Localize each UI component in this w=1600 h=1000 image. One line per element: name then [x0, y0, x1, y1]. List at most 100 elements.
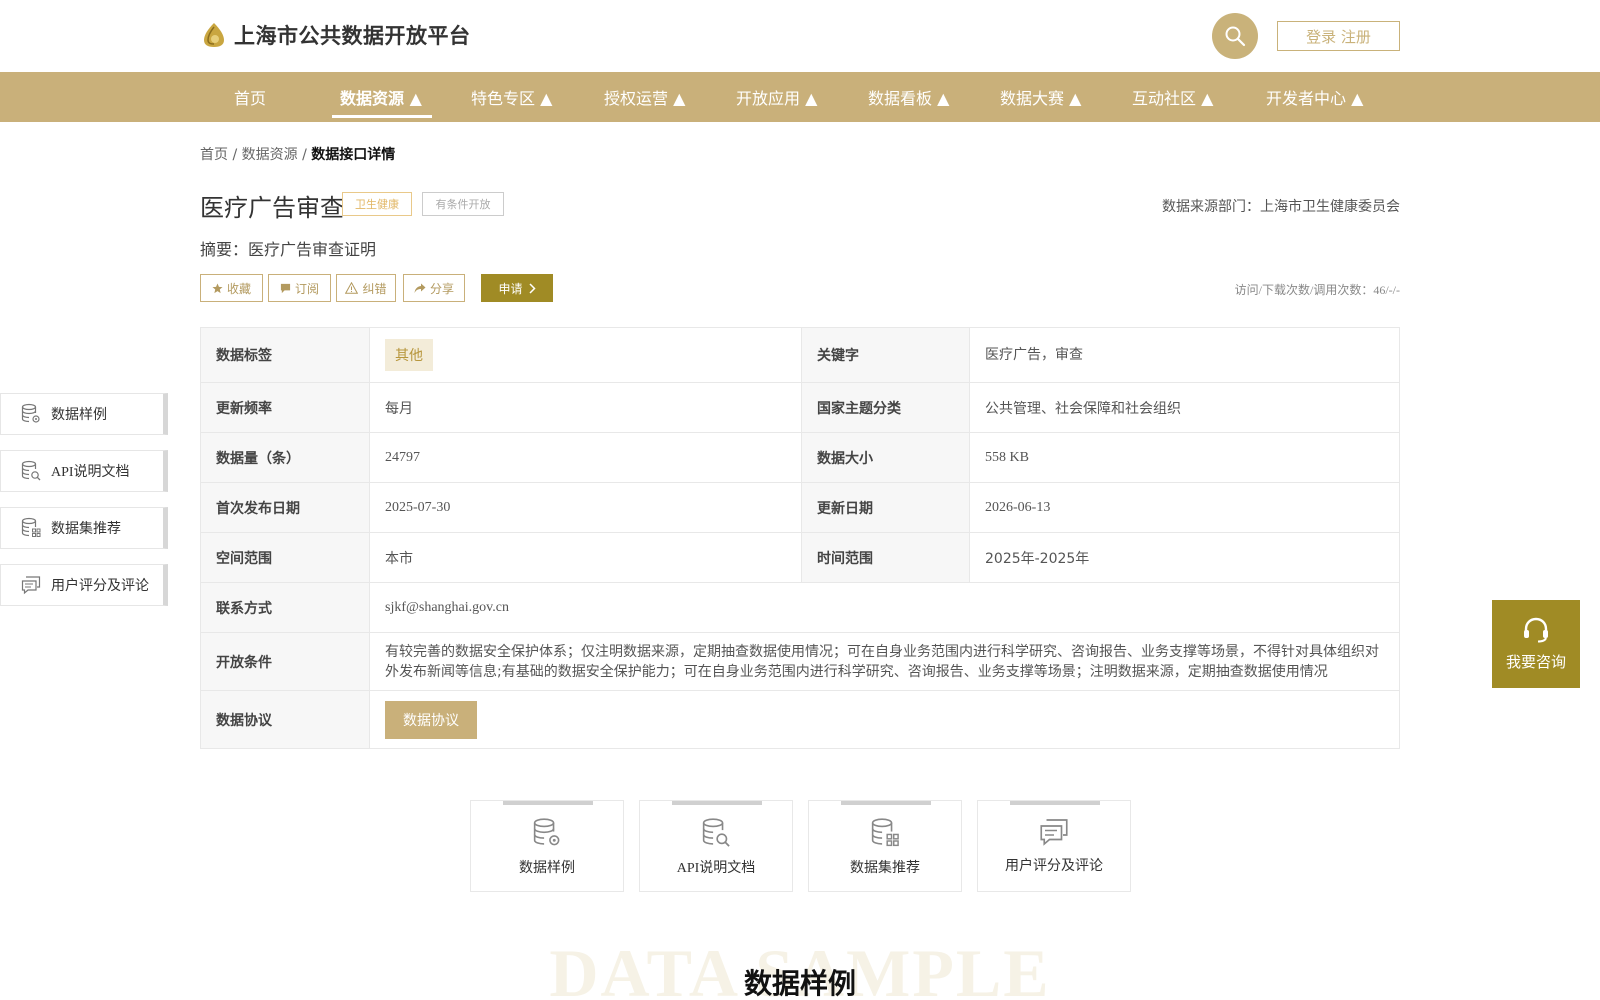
comment-icon: [21, 576, 41, 595]
row-value: 有较完善的数据安全保护体系；仅注明数据来源，定期抽查数据使用情况；可在自身业务范…: [369, 633, 1399, 690]
visit-stats: 访问/下载次数/调用次数：46/-/-: [1234, 283, 1400, 297]
table-row: 首次发布日期 2025-07-30 更新日期 2026-06-13: [201, 483, 1399, 533]
favorite-button[interactable]: 收藏: [200, 274, 263, 302]
logo-icon: [204, 23, 224, 47]
database-grid-icon: [21, 517, 41, 537]
warning-icon: [345, 282, 359, 294]
side-item-dataset-recommend[interactable]: 数据集推荐: [0, 507, 168, 549]
row-label: 首次发布日期: [201, 483, 369, 532]
card-api-docs[interactable]: API说明文档: [639, 800, 793, 892]
card-top-bar: [672, 801, 762, 805]
card-dataset-recommend[interactable]: 数据集推荐: [808, 800, 962, 892]
breadcrumb-separator: /: [228, 147, 242, 163]
favorite-label: 收藏: [226, 281, 251, 296]
apply-label: 申请: [498, 281, 523, 296]
consult-button[interactable]: 我要咨询: [1492, 600, 1580, 688]
site-logo[interactable]: 上海市公共数据开放平台: [200, 20, 471, 50]
card-top-bar: [841, 801, 931, 805]
database-gear-icon: [533, 818, 560, 846]
card-label: 用户评分及评论: [1005, 859, 1103, 874]
table-row: 数据量（条） 24797 数据大小 558 KB: [201, 433, 1399, 483]
side-item-ratings-comments[interactable]: 用户评分及评论: [0, 564, 168, 606]
open-conditions-text: 有较完善的数据安全保护体系；仅注明数据来源，定期抽查数据使用情况；可在自身业务范…: [385, 643, 1379, 680]
row-label: 数据协议: [201, 691, 369, 748]
nav-item-developer[interactable]: 开发者中心 ▲: [1266, 72, 1363, 122]
breadcrumb: 首页 / 数据资源 / 数据接口详情: [200, 144, 395, 164]
contact-email: sjkf@shanghai.gov.cn: [369, 583, 1399, 632]
row-label: 时间范围: [801, 533, 969, 582]
breadcrumb-separator: /: [297, 147, 312, 163]
database-search-icon: [21, 460, 41, 481]
source-department: 数据来源部门：上海市卫生健康委员会: [1162, 199, 1400, 215]
row-label: 开放条件: [201, 633, 369, 690]
side-item-data-sample[interactable]: 数据样例: [0, 393, 168, 435]
nav-item-competition[interactable]: 数据大赛 ▲: [1000, 72, 1081, 122]
card-label: API说明文档: [676, 861, 756, 876]
nav-item-community[interactable]: 互动社区 ▲: [1132, 72, 1213, 122]
side-item-api-docs[interactable]: API说明文档: [0, 450, 168, 492]
apply-button[interactable]: 申请: [481, 274, 553, 302]
card-ratings-comments[interactable]: 用户评分及评论: [977, 800, 1131, 892]
share-label: 分享: [429, 281, 454, 296]
row-label: 国家主题分类: [801, 383, 969, 432]
breadcrumb-section[interactable]: 数据资源: [242, 147, 298, 163]
bookmark-icon: [280, 283, 291, 293]
share-button[interactable]: 分享: [403, 274, 465, 302]
comment-icon: [1040, 819, 1068, 846]
nav-item-home[interactable]: 首页: [234, 72, 266, 122]
subscribe-button[interactable]: 订阅: [268, 274, 331, 302]
database-search-icon: [702, 818, 730, 847]
breadcrumb-home[interactable]: 首页: [200, 147, 228, 163]
nav-item-dashboard[interactable]: 数据看板 ▲: [868, 72, 949, 122]
side-item-label: 数据样例: [51, 408, 107, 423]
row-label: 数据标签: [201, 328, 369, 382]
subscribe-label: 订阅: [294, 281, 319, 296]
domain-tag: 卫生健康: [342, 192, 412, 216]
breadcrumb-current: 数据接口详情: [311, 147, 396, 163]
row-value: 数据协议: [369, 691, 1399, 748]
row-value: 2025年-2025年: [969, 533, 1399, 582]
open-type-tag: 有条件开放: [422, 192, 504, 216]
row-label: 数据大小: [801, 433, 969, 482]
nav-item-special-zone[interactable]: 特色专区 ▲: [471, 72, 552, 122]
side-item-label: 数据集推荐: [51, 522, 121, 537]
share-icon: [414, 283, 426, 293]
top-header: 上海市公共数据开放平台 登录 注册: [0, 0, 1600, 72]
consult-label: 我要咨询: [1505, 652, 1566, 671]
report-error-button[interactable]: 纠错: [336, 274, 396, 302]
card-data-sample[interactable]: 数据样例: [470, 800, 624, 892]
row-value: 558 KB: [969, 433, 1399, 482]
row-label: 更新频率: [201, 383, 369, 432]
row-value: 公共管理、社会保障和社会组织: [969, 383, 1399, 432]
row-value: 本市: [369, 533, 801, 582]
table-row: 空间范围 本市 时间范围 2025年-2025年: [201, 533, 1399, 583]
metadata-table: 数据标签 其他 关键字 医疗广告，审查 更新频率 每月 国家主题分类 公共管理、…: [200, 327, 1400, 749]
main-nav: 首页 数据资源 ▲ 特色专区 ▲ 授权运营 ▲ 开放应用 ▲ 数据看板 ▲ 数据…: [0, 72, 1600, 122]
data-agreement-button[interactable]: 数据协议: [385, 700, 477, 739]
chevron-right-icon: [528, 282, 536, 294]
data-tag-pill[interactable]: 其他: [385, 339, 433, 371]
table-row: 数据标签 其他 关键字 医疗广告，审查: [201, 328, 1399, 383]
card-label: 数据样例: [519, 861, 575, 876]
side-item-label: 用户评分及评论: [51, 579, 149, 594]
row-label: 更新日期: [801, 483, 969, 532]
side-item-label: API说明文档: [51, 465, 130, 480]
row-value: 24797: [369, 433, 801, 482]
card-label: 数据集推荐: [850, 861, 920, 876]
abstract: 摘要：医疗广告审查证明: [200, 240, 377, 259]
nav-item-open-apps[interactable]: 开放应用 ▲: [736, 72, 817, 122]
search-icon: [1225, 26, 1246, 47]
row-value: 2025-07-30: [369, 483, 801, 532]
row-label: 数据量（条）: [201, 433, 369, 482]
row-value: 每月: [369, 383, 801, 432]
headset-icon: [1524, 617, 1548, 642]
report-error-label: 纠错: [362, 281, 387, 296]
login-register-button[interactable]: 登录 注册: [1277, 21, 1400, 51]
nav-item-authorized-ops[interactable]: 授权运营 ▲: [604, 72, 685, 122]
row-value: 医疗广告，审查: [969, 328, 1399, 382]
table-row: 数据协议 数据协议: [201, 691, 1399, 748]
card-top-bar: [503, 801, 593, 805]
database-grid-icon: [871, 818, 899, 847]
row-value: 其他: [369, 328, 801, 382]
search-button[interactable]: [1212, 13, 1258, 59]
